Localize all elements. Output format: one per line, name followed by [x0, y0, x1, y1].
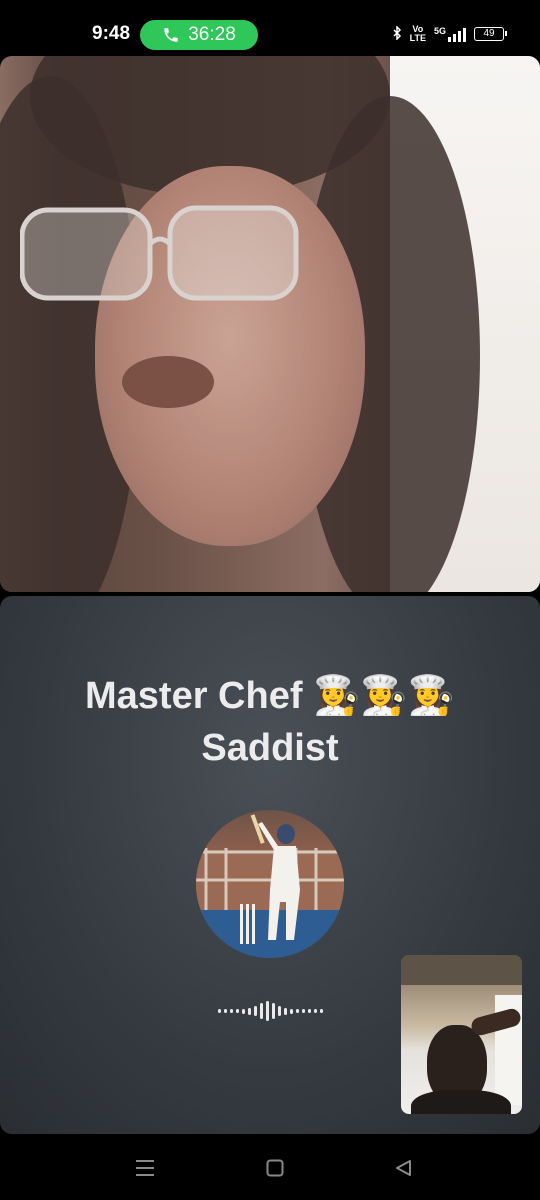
remote-participant-video[interactable]: [0, 56, 540, 592]
group-name: Master Chef 👩‍🍳👩‍🍳👩‍🍳 Saddist: [20, 670, 520, 774]
phone-icon: [164, 28, 178, 42]
ceiling: [401, 955, 522, 985]
status-bar: 9:48 36:28 Vo LTE 5G 49: [0, 0, 540, 56]
network-type: 5G: [433, 26, 446, 36]
clock: 9:48: [92, 23, 131, 44]
back-icon: [396, 1160, 411, 1176]
ongoing-call-pill[interactable]: 36:28: [140, 20, 258, 50]
person-shoulders: [411, 1090, 511, 1114]
recent-apps-icon: [136, 1160, 154, 1176]
group-name-line2: Saddist: [201, 727, 339, 769]
volte-icon: Vo LTE: [410, 25, 426, 43]
bluetooth-icon: [392, 24, 402, 43]
home-button[interactable]: [260, 1154, 290, 1182]
signal-icon: 5G: [434, 26, 466, 42]
volte-bottom-label: LTE: [409, 33, 426, 43]
battery-icon: 49: [474, 27, 507, 41]
call-timer: 36:28: [188, 24, 236, 45]
group-name-line1: Master Chef 👩‍🍳👩‍🍳👩‍🍳: [85, 675, 455, 717]
home-icon: [266, 1159, 284, 1177]
group-avatar[interactable]: [196, 810, 344, 958]
self-preview-video[interactable]: [401, 955, 522, 1114]
navigation-bar: [0, 1134, 540, 1200]
back-button[interactable]: [388, 1154, 418, 1182]
audio-waveform: [200, 998, 340, 1024]
glasses: [20, 205, 299, 301]
recent-apps-button[interactable]: [130, 1154, 160, 1182]
system-icons: Vo LTE 5G 49: [392, 24, 507, 43]
battery-level: 49: [483, 28, 495, 39]
lips: [122, 356, 214, 408]
